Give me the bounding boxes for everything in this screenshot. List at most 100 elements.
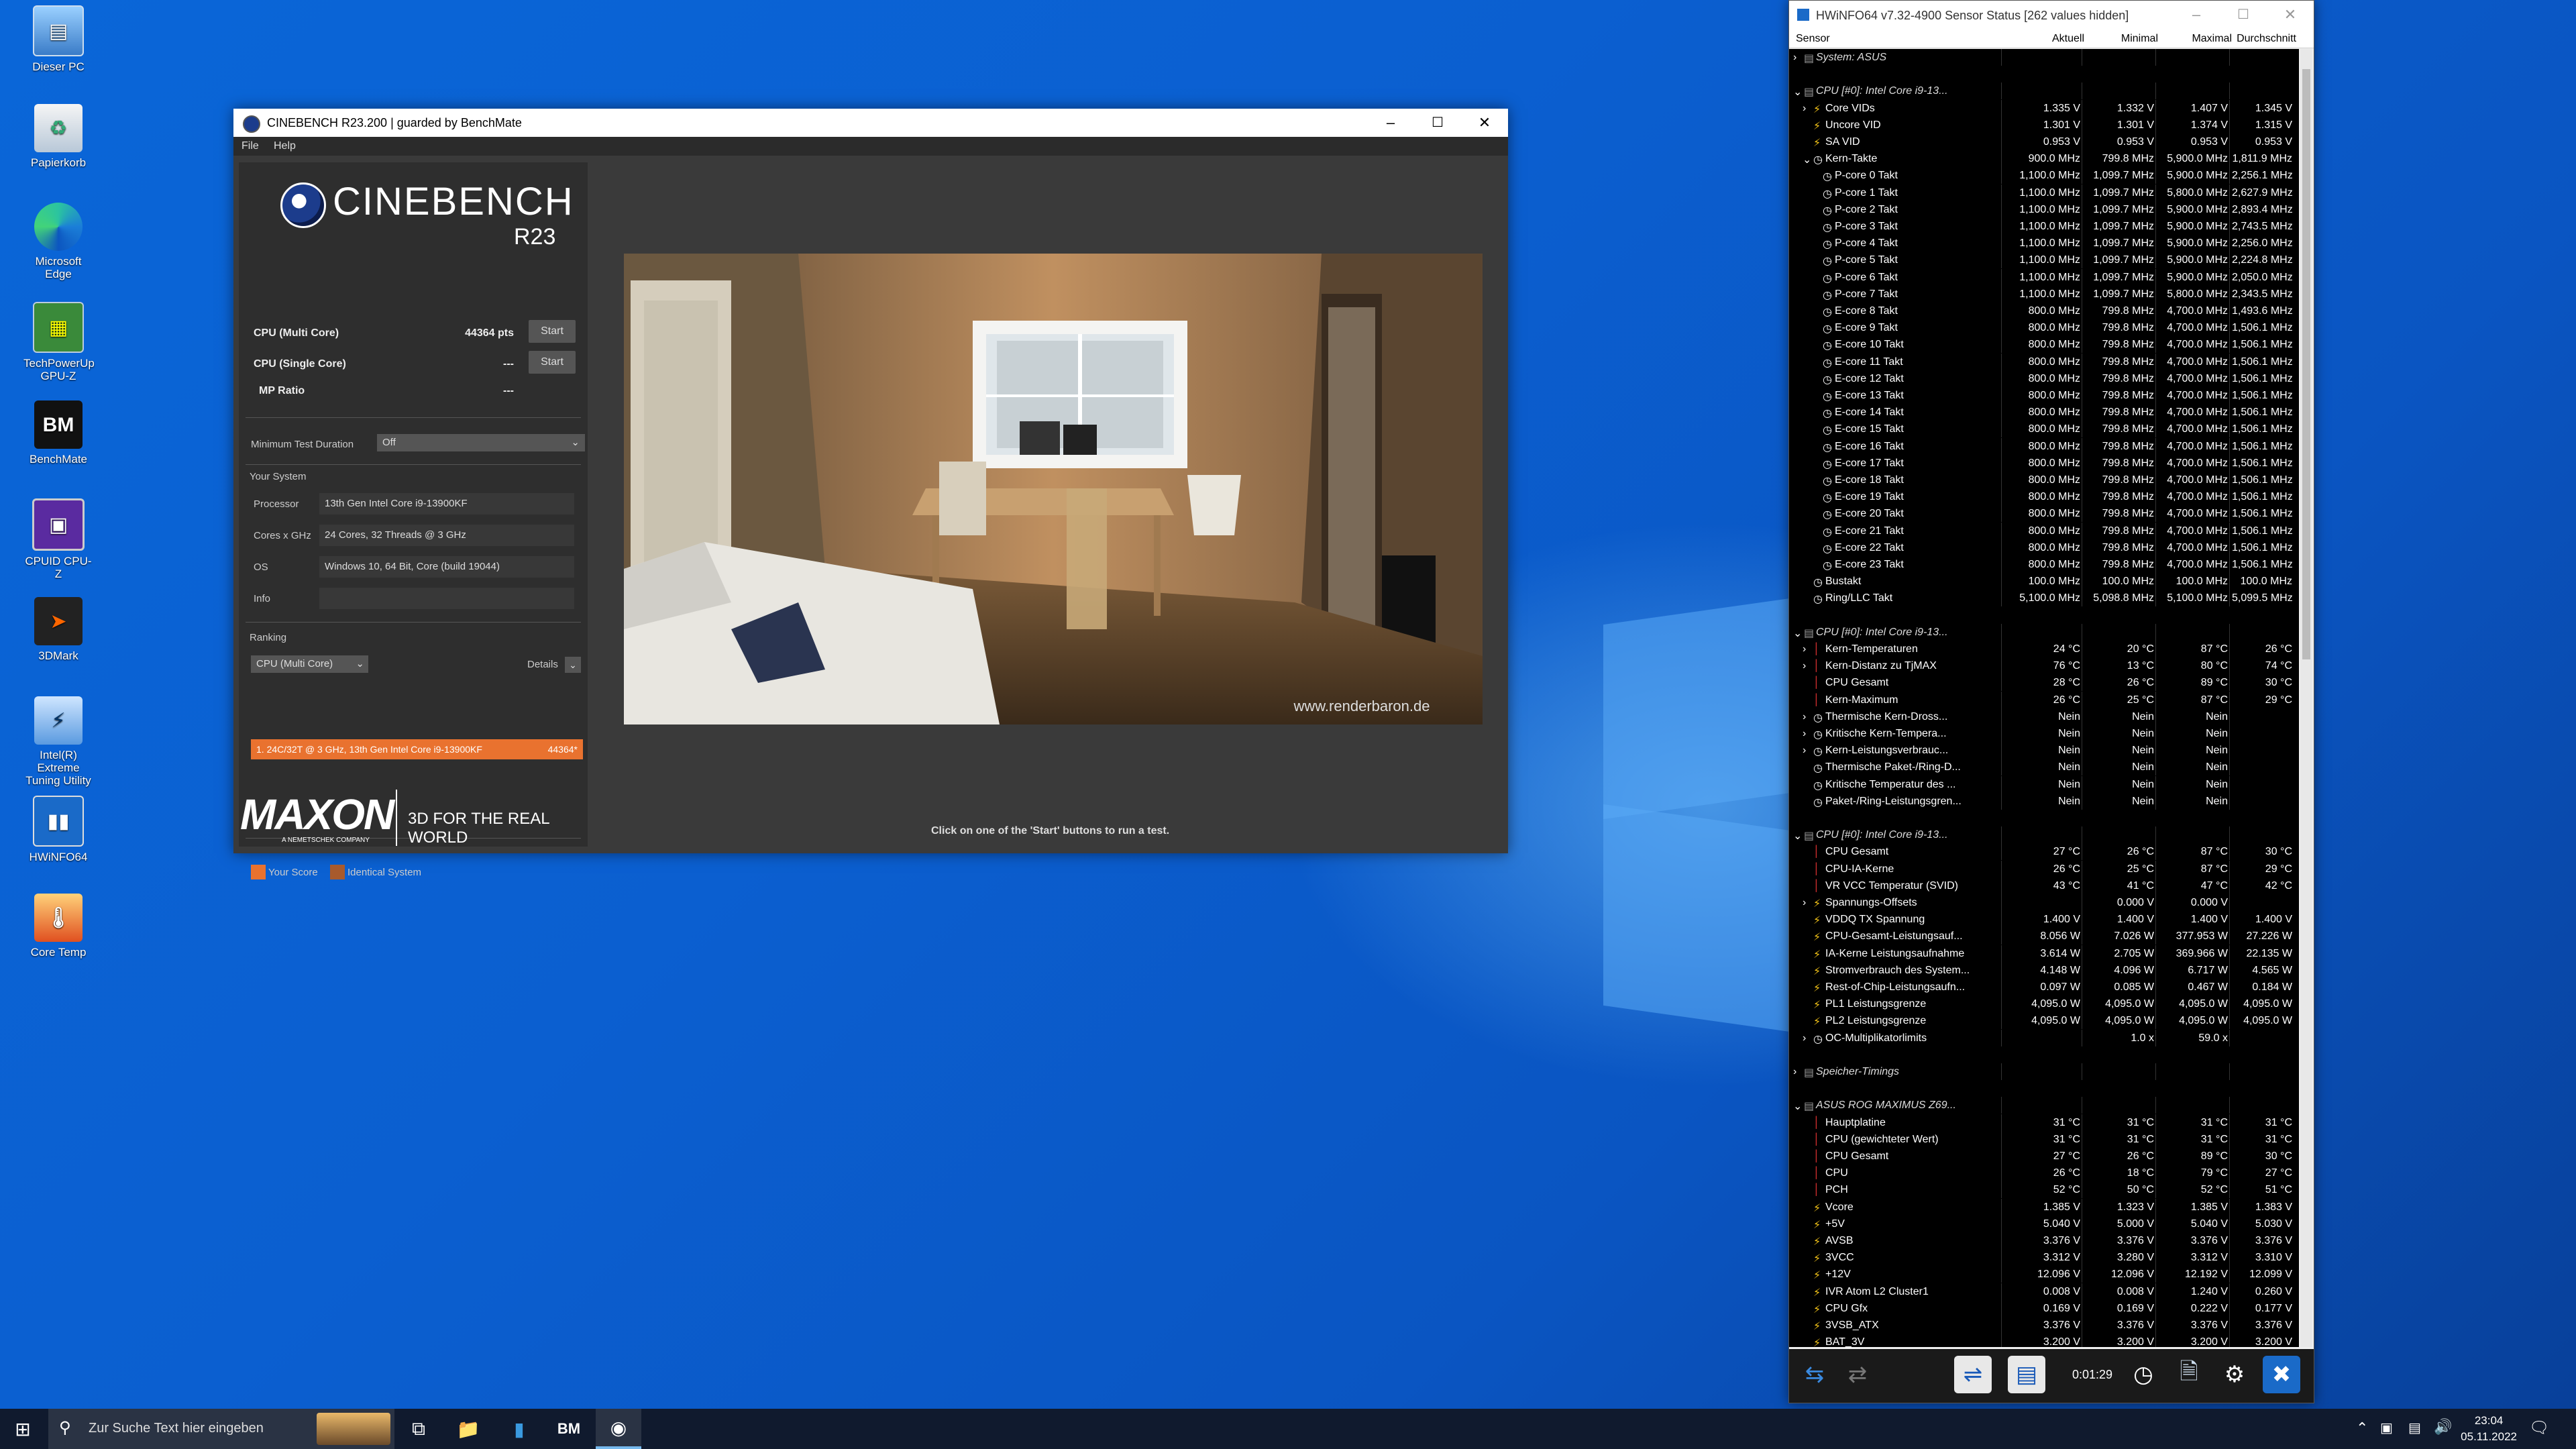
details-label[interactable]: Details: [527, 659, 558, 670]
column-max[interactable]: Maximal: [2158, 33, 2232, 45]
sensor-row[interactable]: ◷ P-core 6 Takt 1,100.0 MHz 1,099.7 MHz 5,90…: [1789, 268, 2299, 286]
collapse-chevron-icon[interactable]: ⌄: [1793, 627, 1802, 640]
sensor-row[interactable]: ◷ E-core 10 Takt 800.0 MHz 799.8 MHz 4,700.0…: [1789, 336, 2299, 354]
volume-icon[interactable]: 🔊: [2434, 1418, 2452, 1436]
sensor-row[interactable]: ⌄ ◷ Kern-Takte 900.0 MHz 799.8 MHz 5,900.0 MH…: [1789, 150, 2299, 168]
expand-chevron-icon[interactable]: ›: [1803, 745, 1806, 757]
sensor-row[interactable]: ⚡ 3VSB_ATX 3.376 V 3.376 V 3.376 V 3.376 V: [1789, 1317, 2299, 1334]
ranking-entry[interactable]: 1. 24C/32T @ 3 GHz, 13th Gen Intel Core …: [251, 739, 583, 759]
desktop-icon-hwinfo[interactable]: ▮▮ HWiNFO64: [23, 796, 93, 863]
expand-chevron-icon[interactable]: ›: [1803, 897, 1806, 909]
sensor-row[interactable]: ⚡ Vcore 1.385 V 1.323 V 1.385 V 1.383 V: [1789, 1198, 2299, 1216]
sensor-row[interactable]: ◷ E-core 20 Takt 800.0 MHz 799.8 MHz 4,700.0…: [1789, 505, 2299, 523]
tray-icon[interactable]: ▣: [2380, 1419, 2393, 1436]
desktop-icon-this-pc[interactable]: ▤ Dieser PC: [23, 5, 93, 73]
sensor-row[interactable]: ◷ Paket-/Ring-Leistungsgren... Nein Nein Nei…: [1789, 792, 2299, 810]
sensor-row[interactable]: › ◷ Kritische Kern-Tempera... Nein Nein Nein: [1789, 725, 2299, 742]
sensor-row[interactable]: ◷ Bustakt 100.0 MHz 100.0 MHz 100.0 MHz 100.0…: [1789, 573, 2299, 590]
sensor-row[interactable]: ◷ Ring/LLC Takt 5,100.0 MHz 5,098.8 MHz 5,10…: [1789, 590, 2299, 607]
gear-icon[interactable]: ⚙: [2216, 1356, 2253, 1393]
tray-chevron-icon[interactable]: ⌃: [2356, 1419, 2368, 1437]
collapse-chevron-icon[interactable]: ⌄: [1793, 85, 1802, 99]
sensor-row[interactable]: │ Kern-Maximum 26 °C 25 °C 87 °C 29 °C: [1789, 691, 2299, 708]
expand-chevron-icon[interactable]: ›: [1803, 643, 1806, 655]
sensor-row[interactable]: ◷ P-core 1 Takt 1,100.0 MHz 1,099.7 MHz 5,80…: [1789, 184, 2299, 201]
collapse-chevron-icon[interactable]: ⌄: [1803, 153, 1811, 166]
maximize-button[interactable]: ☐: [1414, 109, 1461, 137]
sensor-row[interactable]: │ Hauptplatine 31 °C 31 °C 31 °C 31 °C: [1789, 1114, 2299, 1131]
collapse-chevron-icon[interactable]: ⌄: [1793, 1099, 1802, 1113]
expand-chevron-icon[interactable]: ›: [1793, 1066, 1796, 1078]
sensor-row[interactable]: ◷ E-core 9 Takt 800.0 MHz 799.8 MHz 4,700.0 …: [1789, 319, 2299, 337]
desktop-icon-gpuz[interactable]: ▦ TechPowerUp GPU-Z: [23, 302, 95, 382]
sensor-row[interactable]: ⚡ AVSB 3.376 V 3.376 V 3.376 V 3.376 V: [1789, 1232, 2299, 1249]
sensor-row[interactable]: › ◷ Thermische Kern-Dross... Nein Nein Nein: [1789, 708, 2299, 725]
sensor-list-scrollbar[interactable]: [2300, 49, 2312, 1347]
expand-chevron-icon[interactable]: ›: [1793, 52, 1796, 64]
taskbar-search[interactable]: ⚲ Zur Suche Text hier eingeben: [48, 1409, 394, 1449]
sensor-row[interactable]: ◷ P-core 0 Takt 1,100.0 MHz 1,099.7 MHz 5,90…: [1789, 167, 2299, 184]
expand-chevron-icon[interactable]: ›: [1803, 103, 1806, 115]
ranking-select[interactable]: CPU (Multi Core) ⌄: [251, 655, 368, 673]
log-file-icon[interactable]: 🗎: [2170, 1356, 2208, 1393]
scrollbar-thumb[interactable]: [2302, 69, 2310, 659]
desktop-icon-recycle-bin[interactable]: ♻ Papierkorb: [23, 104, 93, 169]
maximize-button[interactable]: ☐: [2220, 1, 2267, 29]
sensor-group[interactable]: ⌄ ▤ CPU [#0]: Intel Core i9-13...: [1789, 826, 2299, 844]
sensor-row[interactable]: › ⚡ Spannungs-Offsets 0.000 V 0.000 V: [1789, 894, 2299, 911]
close-button[interactable]: ✕: [1461, 109, 1508, 137]
desktop-icon-edge[interactable]: Microsoft Edge: [23, 203, 93, 280]
monitor-sensors-icon[interactable]: ▤: [2008, 1356, 2045, 1393]
sensor-row[interactable]: ◷ E-core 23 Takt 800.0 MHz 799.8 MHz 4,700.0…: [1789, 556, 2299, 573]
column-avg[interactable]: Durchschnitt: [2232, 33, 2296, 45]
start-single-button[interactable]: Start: [529, 351, 576, 374]
minimize-button[interactable]: –: [2173, 1, 2220, 29]
menu-file[interactable]: File: [241, 140, 259, 152]
hwinfo-taskbar-icon[interactable]: ▮: [496, 1409, 542, 1449]
arrows-left-right-icon[interactable]: ⇆: [1796, 1356, 1833, 1393]
column-current[interactable]: Aktuell: [2004, 33, 2084, 45]
desktop-icon-xtu[interactable]: ⚡ Intel(R) Extreme Tuning Utility: [23, 696, 93, 787]
close-icon[interactable]: ✖: [2263, 1356, 2300, 1393]
sensor-row[interactable]: ⚡ CPU-Gesamt-Leistungsauf... 8.056 W 7.026 …: [1789, 928, 2299, 945]
sensor-row[interactable]: ◷ E-core 19 Takt 800.0 MHz 799.8 MHz 4,700.0…: [1789, 488, 2299, 506]
sensor-row[interactable]: ⚡ CPU Gfx 0.169 V 0.169 V 0.222 V 0.177 V: [1789, 1299, 2299, 1317]
info-field[interactable]: [319, 588, 574, 609]
sensor-row[interactable]: │ CPU Gesamt 28 °C 26 °C 89 °C 30 °C: [1789, 674, 2299, 692]
column-min[interactable]: Minimal: [2084, 33, 2158, 45]
sensor-row[interactable]: ⚡ Stromverbrauch des System... 4.148 W 4.09…: [1789, 961, 2299, 979]
sensor-list[interactable]: › ▤ System: ASUS ⌄ ▤ CPU [#0]: Intel Core i9-…: [1789, 49, 2299, 1347]
sensor-row[interactable]: ⚡ VDDQ TX Spannung 1.400 V 1.400 V 1.400 V 1.…: [1789, 911, 2299, 928]
sensor-row[interactable]: › ◷ Kern-Leistungsverbrauc... Nein Nein Nein: [1789, 742, 2299, 759]
start-button[interactable]: ⊞: [0, 1409, 46, 1449]
hwinfo-titlebar[interactable]: HWiNFO64 v7.32-4900 Sensor Status [262 v…: [1789, 1, 2314, 30]
cinebench-taskbar-icon[interactable]: ◉: [596, 1409, 641, 1449]
cinebench-titlebar[interactable]: CINEBENCH R23.200 | guarded by BenchMate…: [233, 109, 1508, 138]
sensor-row[interactable]: ◷ E-core 12 Takt 800.0 MHz 799.8 MHz 4,700.0…: [1789, 370, 2299, 387]
sensor-group[interactable]: ⌄ ▤ CPU [#0]: Intel Core i9-13...: [1789, 83, 2299, 100]
sensor-row[interactable]: ◷ E-core 21 Takt 800.0 MHz 799.8 MHz 4,700.0…: [1789, 522, 2299, 539]
sensor-row[interactable]: ⚡ PL1 Leistungsgrenze 4,095.0 W 4,095.0 W 4,…: [1789, 996, 2299, 1013]
network-icon[interactable]: ▤: [2408, 1419, 2421, 1436]
sensor-row[interactable]: │ VR VCC Temperatur (SVID) 43 °C 41 °C 47 °C…: [1789, 877, 2299, 894]
collapse-chevron-icon[interactable]: ⌄: [1793, 829, 1802, 843]
tray-clock[interactable]: 23:04 05.11.2022: [2461, 1413, 2517, 1445]
sensor-row[interactable]: ◷ E-core 16 Takt 800.0 MHz 799.8 MHz 4,700.0…: [1789, 437, 2299, 455]
sensor-row[interactable]: │ CPU Gesamt 27 °C 26 °C 89 °C 30 °C: [1789, 1148, 2299, 1165]
sensor-row[interactable]: ◷ P-core 3 Takt 1,100.0 MHz 1,099.7 MHz 5,90…: [1789, 218, 2299, 235]
sensor-row[interactable]: │ PCH 52 °C 50 °C 52 °C 51 °C: [1789, 1181, 2299, 1199]
sensor-row[interactable]: ⚡ BAT_3V 3.200 V 3.200 V 3.200 V 3.200 V: [1789, 1334, 2299, 1347]
sensor-row[interactable]: ◷ E-core 15 Takt 800.0 MHz 799.8 MHz 4,700.0…: [1789, 421, 2299, 438]
sensor-row[interactable]: │ CPU 26 °C 18 °C 79 °C 27 °C: [1789, 1165, 2299, 1182]
sensor-row[interactable]: ◷ E-core 22 Takt 800.0 MHz 799.8 MHz 4,700.0…: [1789, 539, 2299, 556]
sensor-row[interactable]: ⚡ +5V 5.040 V 5.000 V 5.040 V 5.030 V: [1789, 1215, 2299, 1232]
sensor-row[interactable]: ◷ E-core 11 Takt 800.0 MHz 799.8 MHz 4,700.0…: [1789, 353, 2299, 370]
sensor-row[interactable]: ◷ E-core 8 Takt 800.0 MHz 799.8 MHz 4,700.0 …: [1789, 303, 2299, 319]
network-sensors-icon[interactable]: ⇌: [1954, 1356, 1992, 1393]
notification-icon[interactable]: 🗨: [2529, 1418, 2549, 1438]
clock-reset-icon[interactable]: ◷: [2125, 1356, 2162, 1393]
benchmate-taskbar-icon[interactable]: BM: [546, 1409, 592, 1449]
menu-help[interactable]: Help: [274, 140, 296, 152]
sensor-group[interactable]: ⌄ ▤ ASUS ROG MAXIMUS Z69...: [1789, 1097, 2299, 1114]
sensor-row[interactable]: ◷ P-core 5 Takt 1,100.0 MHz 1,099.7 MHz 5,90…: [1789, 252, 2299, 269]
